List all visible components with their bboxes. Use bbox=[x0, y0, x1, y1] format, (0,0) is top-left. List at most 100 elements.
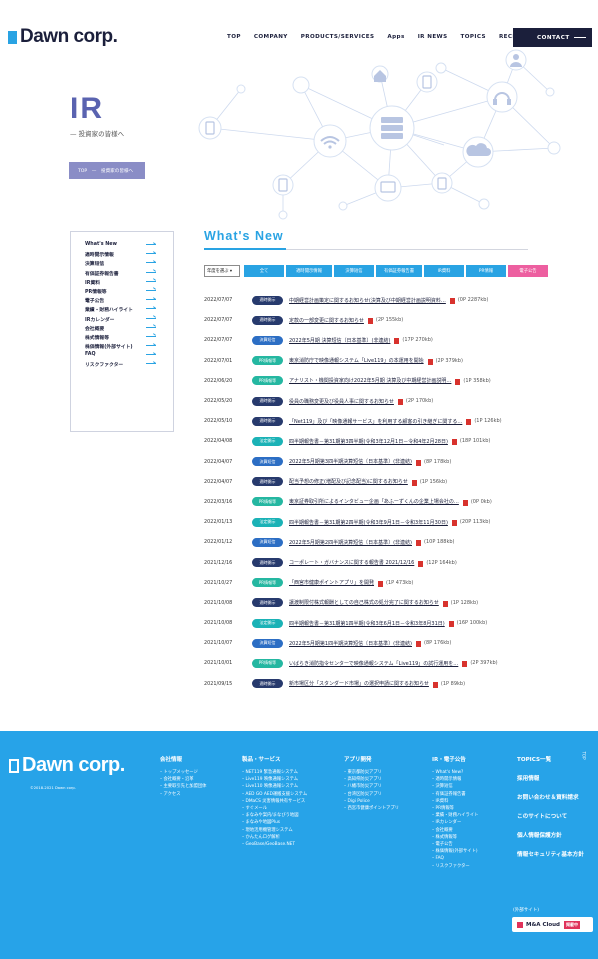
news-title-link[interactable]: 四半期報告書－第31期第2四半期(令和3年9月1日－令和3年11月30日) bbox=[289, 519, 448, 526]
footer-link[interactable]: トップメッセージ bbox=[160, 769, 252, 776]
news-category-badge[interactable]: 決算短信 bbox=[252, 457, 283, 467]
footer-link[interactable]: 台湾区防災アプリ bbox=[344, 791, 436, 798]
footer-link[interactable]: Live110 映像通報システム bbox=[242, 783, 334, 790]
footer-link[interactable]: リスクファクター bbox=[432, 863, 512, 870]
news-title-link[interactable]: 東京消防庁で映像通報システム「Live119」の本運用を開始 bbox=[289, 357, 424, 364]
footer-link[interactable]: 決算短信 bbox=[432, 783, 512, 790]
news-title-link[interactable]: 譲渡制限付株式報酬としての自己株式の処分完了に関するお知らせ bbox=[289, 599, 439, 606]
news-category-badge[interactable]: 適時開示 bbox=[252, 396, 283, 406]
news-title-link[interactable]: 新市場区分「スタンダード市場」の選択申請に関するお知らせ bbox=[289, 680, 429, 687]
news-category-badge[interactable]: 法定開示 bbox=[252, 436, 283, 446]
footer-link[interactable]: GeoBase/GeoBase.NET bbox=[242, 841, 334, 848]
footer-link[interactable]: PR情報等 bbox=[432, 805, 512, 812]
news-category-badge[interactable]: 適時開示 bbox=[252, 295, 283, 305]
breadcrumb[interactable]: TOP — 投資家の皆様へ bbox=[69, 162, 145, 179]
footer-link[interactable]: まなみや案内/まなびう地図 bbox=[242, 812, 334, 819]
news-title-link[interactable]: アナリスト・機関投資家向け2022年5月期 決算及び中期経営計画説明… bbox=[289, 377, 451, 384]
footer-link[interactable]: FAQ bbox=[432, 855, 512, 862]
footer-link[interactable]: IRカレンダー bbox=[432, 819, 512, 826]
news-category-badge[interactable]: PR情報等 bbox=[252, 356, 283, 366]
footer-about-site-link[interactable]: このサイトについて bbox=[517, 812, 584, 820]
tab-timely-disclosure[interactable]: 適時開示情報 bbox=[286, 265, 332, 277]
footer-link[interactable]: AED GO AED運搬支援システム bbox=[242, 791, 334, 798]
side-item-company[interactable]: 会社概要 bbox=[85, 325, 173, 334]
footer-privacy-link[interactable]: 個人情報保護方針 bbox=[517, 831, 584, 839]
footer-link[interactable]: 会社概要・沿革 bbox=[160, 776, 252, 783]
footer-link[interactable]: アクセス bbox=[160, 791, 252, 798]
footer-link[interactable]: Digi Police bbox=[344, 798, 436, 805]
news-title-link[interactable]: 2022年5月期第3四半期決算短信〔日本基準〕(非連結) bbox=[289, 458, 412, 465]
side-item-highlights[interactable]: 業績・財務ハイライト bbox=[85, 306, 173, 315]
news-category-badge[interactable]: PR情報等 bbox=[252, 376, 283, 386]
news-category-badge[interactable]: 決算短信 bbox=[252, 638, 283, 648]
news-category-badge[interactable]: 適時開示 bbox=[252, 598, 283, 608]
side-item-securities-report[interactable]: 有価証券報告書 bbox=[85, 270, 173, 279]
footer-security-link[interactable]: 情報セキュリティ基本方針 bbox=[517, 850, 584, 858]
footer-logo[interactable]: Dawn corp. bbox=[9, 754, 125, 777]
side-item-stock-info[interactable]: 株式情報等 bbox=[85, 334, 173, 343]
news-category-badge[interactable]: 決算短信 bbox=[252, 537, 283, 547]
footer-link[interactable]: かんたんログ解析 bbox=[242, 834, 334, 841]
footer-link[interactable]: まなみや地図Plus bbox=[242, 819, 334, 826]
news-title-link[interactable]: いばらき消防指令センターで映像通報システム「Live119」の試行運用を… bbox=[289, 660, 458, 667]
footer-topics-link[interactable]: TOPICS一覧 bbox=[517, 755, 584, 763]
footer-link[interactable]: 株式情報等 bbox=[432, 834, 512, 841]
tab-public-notice[interactable]: 電子公告 bbox=[508, 265, 548, 277]
footer-link[interactable]: 西宮市健康ポイントアプリ bbox=[344, 805, 436, 812]
side-item-timely-disclosure[interactable]: 適時開示情報 bbox=[85, 251, 173, 260]
news-category-badge[interactable]: 適時開示 bbox=[252, 315, 283, 325]
side-item-calendar[interactable]: IRカレンダー bbox=[85, 316, 173, 325]
footer-link[interactable]: 主要取引先と加盟団体 bbox=[160, 783, 252, 790]
footer-link[interactable]: 業績・財務ハイライト bbox=[432, 812, 512, 819]
news-title-link[interactable]: 「西宮市健康ポイントアプリ」を開発 bbox=[289, 579, 374, 586]
year-select[interactable]: 年度を選ぶ ▾ bbox=[204, 265, 240, 277]
news-title-link[interactable]: 四半期報告書－第31期第3四半期(令和3年12月1日－令和4年2月28日) bbox=[289, 438, 448, 445]
footer-link[interactable]: 適時開示情報 bbox=[432, 776, 512, 783]
news-title-link[interactable]: 四半期報告書－第31期第1四半期(令和3年6月1日－令和3年8月31日) bbox=[289, 620, 445, 627]
tab-all[interactable]: 全て bbox=[244, 265, 284, 277]
footer-link[interactable]: 東京都防災アプリ bbox=[344, 769, 436, 776]
news-title-link[interactable]: 2022年5月期第2四半期決算短信〔日本基準〕(非連結) bbox=[289, 539, 412, 546]
footer-link[interactable]: NET119 緊急通報システム bbox=[242, 769, 334, 776]
news-category-badge[interactable]: 法定開示 bbox=[252, 517, 283, 527]
side-item-whats-new[interactable]: What's New bbox=[85, 242, 173, 251]
news-title-link[interactable]: 「Net119」及び「映像通報サービス」を利用する顧客の引き継ぎに関する… bbox=[289, 418, 462, 425]
mna-cloud-banner[interactable]: M&A Cloud 掲載中 bbox=[512, 917, 593, 932]
news-title-link[interactable]: 配当予想の修正(増配及び記念配当)に関するお知らせ bbox=[289, 478, 408, 485]
news-title-link[interactable]: 東京証券取引所によるインタビュー企画「あふーずくんの企業上場会社の… bbox=[289, 498, 459, 505]
footer-link[interactable]: 株価情報(外部サイト) bbox=[432, 848, 512, 855]
tab-pr[interactable]: PR情報 bbox=[466, 265, 506, 277]
site-logo[interactable]: Dawn corp. bbox=[8, 26, 118, 48]
footer-contact-link[interactable]: お問い合わせ＆資料請求 bbox=[517, 793, 584, 801]
side-item-risk-factors[interactable]: リスクファクター bbox=[85, 361, 173, 370]
page-top-button[interactable]: TOP bbox=[582, 751, 587, 759]
news-category-badge[interactable]: 決算短信 bbox=[252, 335, 283, 345]
news-category-badge[interactable]: PR情報等 bbox=[252, 497, 283, 507]
side-item-ir-materials[interactable]: IR資料 bbox=[85, 279, 173, 288]
news-title-link[interactable]: 2022年5月期 決算短信〔日本基準〕(非連結) bbox=[289, 337, 390, 344]
news-category-badge[interactable]: 適時開示 bbox=[252, 679, 283, 689]
tab-securities-report[interactable]: 有価証券報告書 bbox=[376, 265, 422, 277]
side-item-earnings[interactable]: 決算短信 bbox=[85, 260, 173, 269]
footer-recruit-link[interactable]: 採用情報 bbox=[517, 774, 584, 782]
news-title-link[interactable]: 中期経営計画策定に関するお知らせ(決算及び中期経営計画説明資料… bbox=[289, 297, 446, 304]
footer-link[interactable]: 会社概要 bbox=[432, 827, 512, 834]
news-category-badge[interactable]: 適時開示 bbox=[252, 416, 283, 426]
news-category-badge[interactable]: PR情報等 bbox=[252, 658, 283, 668]
footer-link[interactable]: 電子公告 bbox=[432, 841, 512, 848]
news-category-badge[interactable]: 適時開示 bbox=[252, 477, 283, 487]
footer-link[interactable]: すぐメール bbox=[242, 805, 334, 812]
tab-ir-materials[interactable]: IR資料 bbox=[424, 265, 464, 277]
news-category-badge[interactable]: 適時開示 bbox=[252, 558, 283, 568]
side-item-faq[interactable]: FAQ bbox=[85, 352, 173, 361]
footer-link[interactable]: DMaCS 災害情報共有サービス bbox=[242, 798, 334, 805]
footer-link[interactable]: 高知県防災アプリ bbox=[344, 776, 436, 783]
side-item-pr[interactable]: PR情報等 bbox=[85, 288, 173, 297]
news-title-link[interactable]: 定款の一部変更に関するお知らせ bbox=[289, 317, 364, 324]
news-title-link[interactable]: 2022年5月期第1四半期決算短信〔日本基準〕(非連結) bbox=[289, 640, 412, 647]
footer-link[interactable]: 現地活用機管理システム bbox=[242, 827, 334, 834]
news-title-link[interactable]: 役員の職務変更及び役員人事に関するお知らせ bbox=[289, 398, 394, 405]
footer-link[interactable]: 八幡市防災アプリ bbox=[344, 783, 436, 790]
news-category-badge[interactable]: PR情報等 bbox=[252, 578, 283, 588]
side-item-stock-price[interactable]: 株価情報(外部サイト) bbox=[85, 343, 173, 352]
